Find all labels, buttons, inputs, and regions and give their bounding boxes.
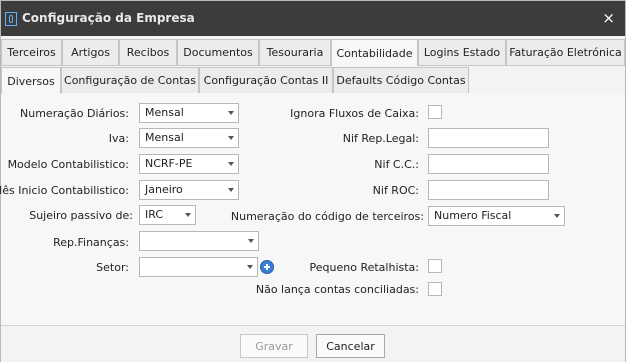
modelo-contabilistico-label: Modelo Contabilistico: <box>7 158 129 171</box>
mes-inicio-select[interactable]: Janeiro <box>139 180 239 200</box>
close-icon[interactable]: × <box>602 9 615 27</box>
chevron-down-icon <box>228 162 234 166</box>
tab-recibos[interactable]: Recibos <box>119 39 177 65</box>
pequeno-retalhista-checkbox[interactable] <box>428 259 442 273</box>
title-bar: Configuração da Empresa × <box>1 1 625 36</box>
sujeito-passivo-select[interactable]: IRC <box>139 205 196 225</box>
configuracao-window: Configuração da Empresa × Terceiros Arti… <box>0 0 626 362</box>
numeracao-diarios-value: Mensal <box>145 106 184 119</box>
app-icon <box>5 12 17 26</box>
setor-select[interactable] <box>139 257 258 277</box>
nif-cc-input[interactable] <box>428 154 549 174</box>
rep-financas-label: Rep.Finanças: <box>53 236 129 249</box>
tab-artigos[interactable]: Artigos <box>62 39 119 65</box>
mes-inicio-value: Janeiro <box>145 183 183 196</box>
button-bar: Gravar Cancelar <box>1 325 625 362</box>
modelo-contabilistico-select[interactable]: NCRF-PE <box>139 154 239 174</box>
diversos-panel: Numeração Diários: Mensal Iva: Mensal Mo… <box>0 93 625 325</box>
nif-rep-legal-label: Nif Rep.Legal: <box>342 132 419 145</box>
gravar-button[interactable]: Gravar <box>240 334 308 358</box>
tab-configuracao-de-contas[interactable]: Configuração de Contas <box>61 67 199 93</box>
numeracao-terceiros-label: Numeração do código de terceiros: <box>230 210 424 223</box>
chevron-down-icon <box>228 136 234 140</box>
chevron-down-icon <box>228 188 234 192</box>
chevron-down-icon <box>554 214 560 218</box>
top-tab-divider <box>1 65 625 66</box>
nif-cc-label: Nif C.C.: <box>374 158 419 171</box>
iva-label: Iva: <box>108 132 129 145</box>
tab-terceiros[interactable]: Terceiros <box>1 39 62 65</box>
numeracao-terceiros-select[interactable]: Numero Fiscal <box>428 206 565 226</box>
chevron-down-icon <box>185 213 191 217</box>
ignora-fluxos-label: Ignora Fluxos de Caixa: <box>290 107 419 120</box>
chevron-down-icon <box>228 111 234 115</box>
sujeito-passivo-value: IRC <box>145 208 164 221</box>
modelo-contabilistico-value: NCRF-PE <box>145 157 193 170</box>
nif-rep-legal-input[interactable] <box>428 128 549 148</box>
cancelar-button[interactable]: Cancelar <box>316 334 385 358</box>
tab-documentos[interactable]: Documentos <box>177 39 259 65</box>
nif-roc-label: Nif ROC: <box>372 184 419 197</box>
pequeno-retalhista-label: Pequeno Retalhista: <box>309 261 419 274</box>
numeracao-diarios-label: Numeração Diários: <box>20 107 129 120</box>
tab-contabilidade[interactable]: Contabilidade <box>331 39 418 66</box>
numeracao-diarios-select[interactable]: Mensal <box>139 103 239 123</box>
ignora-fluxos-checkbox[interactable] <box>428 105 442 119</box>
tab-logins-estado[interactable]: Logins Estado <box>418 39 506 65</box>
mes-inicio-label: Mês Inicio Contabilistico: <box>0 184 129 197</box>
setor-label: Setor: <box>96 261 129 274</box>
tab-defaults-codigo-contas[interactable]: Defaults Código Contas <box>333 67 469 93</box>
tab-faturacao-eletronica[interactable]: Faturação Eletrónica <box>506 39 625 65</box>
numeracao-terceiros-value: Numero Fiscal <box>434 209 512 222</box>
nao-lanca-checkbox[interactable] <box>428 282 442 296</box>
iva-select[interactable]: Mensal <box>139 128 239 148</box>
window-title: Configuração da Empresa <box>22 11 195 25</box>
tab-diversos[interactable]: Diversos <box>1 67 61 94</box>
nao-lanca-label: Não lança contas conciliadas: <box>255 283 419 296</box>
sujeito-passivo-label: Sujeiro passivo de: <box>29 209 133 222</box>
tab-configuracao-contas-ii[interactable]: Configuração Contas II <box>199 67 333 93</box>
chevron-down-icon <box>247 265 253 269</box>
nif-roc-input[interactable] <box>428 180 549 200</box>
rep-financas-select[interactable] <box>139 231 259 251</box>
iva-value: Mensal <box>145 131 184 144</box>
tab-tesouraria[interactable]: Tesouraria <box>259 39 331 65</box>
add-setor-icon[interactable] <box>260 260 274 274</box>
chevron-down-icon <box>248 239 254 243</box>
